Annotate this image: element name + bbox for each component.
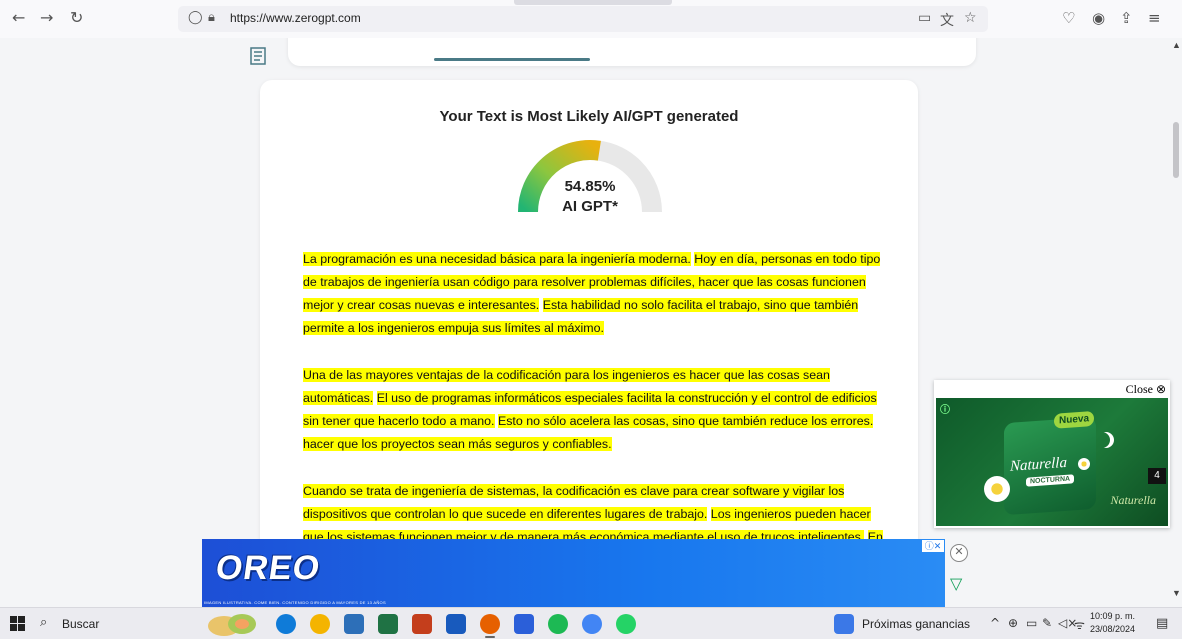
product-badge: Nueva xyxy=(1054,410,1095,429)
file-explorer-icon[interactable] xyxy=(344,614,364,634)
word-icon[interactable] xyxy=(446,614,466,634)
ad-info-icon[interactable]: ⓘ xyxy=(940,401,950,416)
gauge-label: AI GPT* xyxy=(562,198,618,215)
forward-icon[interactable]: → xyxy=(40,9,53,27)
result-card: Your Text is Most Likely AI/GPT generate… xyxy=(260,80,918,600)
text-paragraph: La programación es una necesidad básica … xyxy=(303,248,893,340)
app-icon[interactable] xyxy=(514,614,534,634)
news-icon[interactable] xyxy=(834,614,854,634)
adchoices-icon[interactable]: ⓘ✕ xyxy=(922,540,944,552)
ad-disclaimer: IMAGEN ILUSTRATIVA. COME BIEN. CONTENIDO… xyxy=(204,600,386,605)
windows-taskbar: ⌕ Buscar Próximas ganancias ^ ⊕ ▭ ✎ ◁× ᯤ… xyxy=(0,607,1182,639)
excel-icon[interactable] xyxy=(378,614,398,634)
chevron-up-icon[interactable]: ^ xyxy=(990,616,1000,630)
taskbar-search[interactable]: ⌕ Buscar xyxy=(36,611,196,635)
video-ad-close-button[interactable]: Close ⊗ xyxy=(1126,382,1166,397)
extension-icon[interactable]: ◉ xyxy=(1092,9,1105,27)
taskbar-clock[interactable]: 10:09 p. m. 23/08/2024 xyxy=(1090,610,1135,636)
lock-icon[interactable]: 🔒︎ xyxy=(208,10,215,25)
video-ad[interactable]: Close ⊗ ⓘ Nueva Naturella NOCTURNA Natur… xyxy=(934,380,1170,528)
back-icon[interactable]: ← xyxy=(12,9,25,27)
clock-date: 23/08/2024 xyxy=(1090,624,1136,634)
wifi-icon[interactable]: ᯤ xyxy=(1074,616,1085,633)
document-icon[interactable] xyxy=(250,46,270,66)
video-ad-brand: Naturella xyxy=(1110,493,1156,507)
progress-underline xyxy=(434,58,590,61)
analyzed-text: La programación es una necesidad básica … xyxy=(303,248,893,573)
browser-toolbar: ← → ↻ ◯ 🔒︎ https://www.zerogpt.com ▭ 文 ☆… xyxy=(0,0,1182,39)
chrome-profile-icon[interactable] xyxy=(582,614,602,634)
news-label[interactable]: Próximas ganancias xyxy=(862,617,970,631)
chrome-icon[interactable] xyxy=(310,614,330,634)
highlighted-sentence: La programación es una necesidad básica … xyxy=(303,252,691,266)
ad-provider-icon[interactable]: ▽ xyxy=(950,574,962,593)
video-ad-counter: 4 xyxy=(1148,468,1166,484)
address-bar[interactable]: ◯ 🔒︎ https://www.zerogpt.com ▭ 文 ☆ xyxy=(178,6,988,32)
product-sub: NOCTURNA xyxy=(1026,474,1075,487)
page-scrollbar[interactable]: ▲ ▼ xyxy=(1170,38,1182,600)
share-icon[interactable]: ⇪ xyxy=(1120,9,1133,27)
pen-icon[interactable]: ✎ xyxy=(1042,616,1052,630)
windows-start-icon[interactable] xyxy=(10,616,25,631)
powerpoint-icon[interactable] xyxy=(412,614,432,634)
clock-time: 10:09 p. m. xyxy=(1090,611,1136,621)
tab-indicator xyxy=(514,0,672,5)
ad-close-icon[interactable]: ✕ xyxy=(950,544,968,562)
reader-mode-icon[interactable]: ▭ xyxy=(918,10,931,26)
search-label: Buscar xyxy=(62,617,100,631)
notification-icon[interactable]: ▤ xyxy=(1156,616,1168,631)
result-title: Your Text is Most Likely AI/GPT generate… xyxy=(439,108,739,125)
firefox-icon[interactable] xyxy=(480,614,500,634)
video-ad-player[interactable]: ⓘ Nueva Naturella NOCTURNA Naturella 4 xyxy=(936,398,1168,526)
scroll-thumb[interactable] xyxy=(1173,122,1179,178)
flower-icon xyxy=(1078,458,1090,470)
translate-icon[interactable]: 文 xyxy=(940,10,954,30)
scroll-up-icon[interactable]: ▲ xyxy=(1172,40,1181,50)
flower-icon xyxy=(984,476,1010,502)
moon-icon xyxy=(1094,432,1110,448)
melon-icon[interactable] xyxy=(206,612,260,636)
whatsapp-icon[interactable] xyxy=(616,614,636,634)
bookmark-star-icon[interactable]: ☆ xyxy=(964,10,977,26)
scroll-down-icon[interactable]: ▼ xyxy=(1172,588,1181,598)
oreo-logo: OREO xyxy=(213,549,323,587)
shield-icon[interactable]: ◯ xyxy=(188,10,203,25)
spotify-icon[interactable] xyxy=(548,614,568,634)
edge-icon[interactable] xyxy=(276,614,296,634)
pocket-icon[interactable]: ♡ xyxy=(1062,9,1075,27)
gauge-percentage: 54.85% xyxy=(564,178,616,195)
text-input-card xyxy=(288,38,976,66)
product-brand: Naturella xyxy=(1010,454,1067,475)
text-paragraph: Una de las mayores ventajas de la codifi… xyxy=(303,364,893,456)
menu-icon[interactable]: ≡ xyxy=(1148,9,1161,27)
reload-icon[interactable]: ↻ xyxy=(70,9,83,27)
oreo-banner-ad[interactable]: OREO IMAGEN ILUSTRATIVA. COME BIEN. CONT… xyxy=(202,539,945,607)
network-icon[interactable]: ⊕ xyxy=(1008,616,1018,630)
battery-icon[interactable]: ▭ xyxy=(1026,616,1037,630)
url-text[interactable]: https://www.zerogpt.com xyxy=(230,11,361,25)
search-icon: ⌕ xyxy=(40,615,48,630)
